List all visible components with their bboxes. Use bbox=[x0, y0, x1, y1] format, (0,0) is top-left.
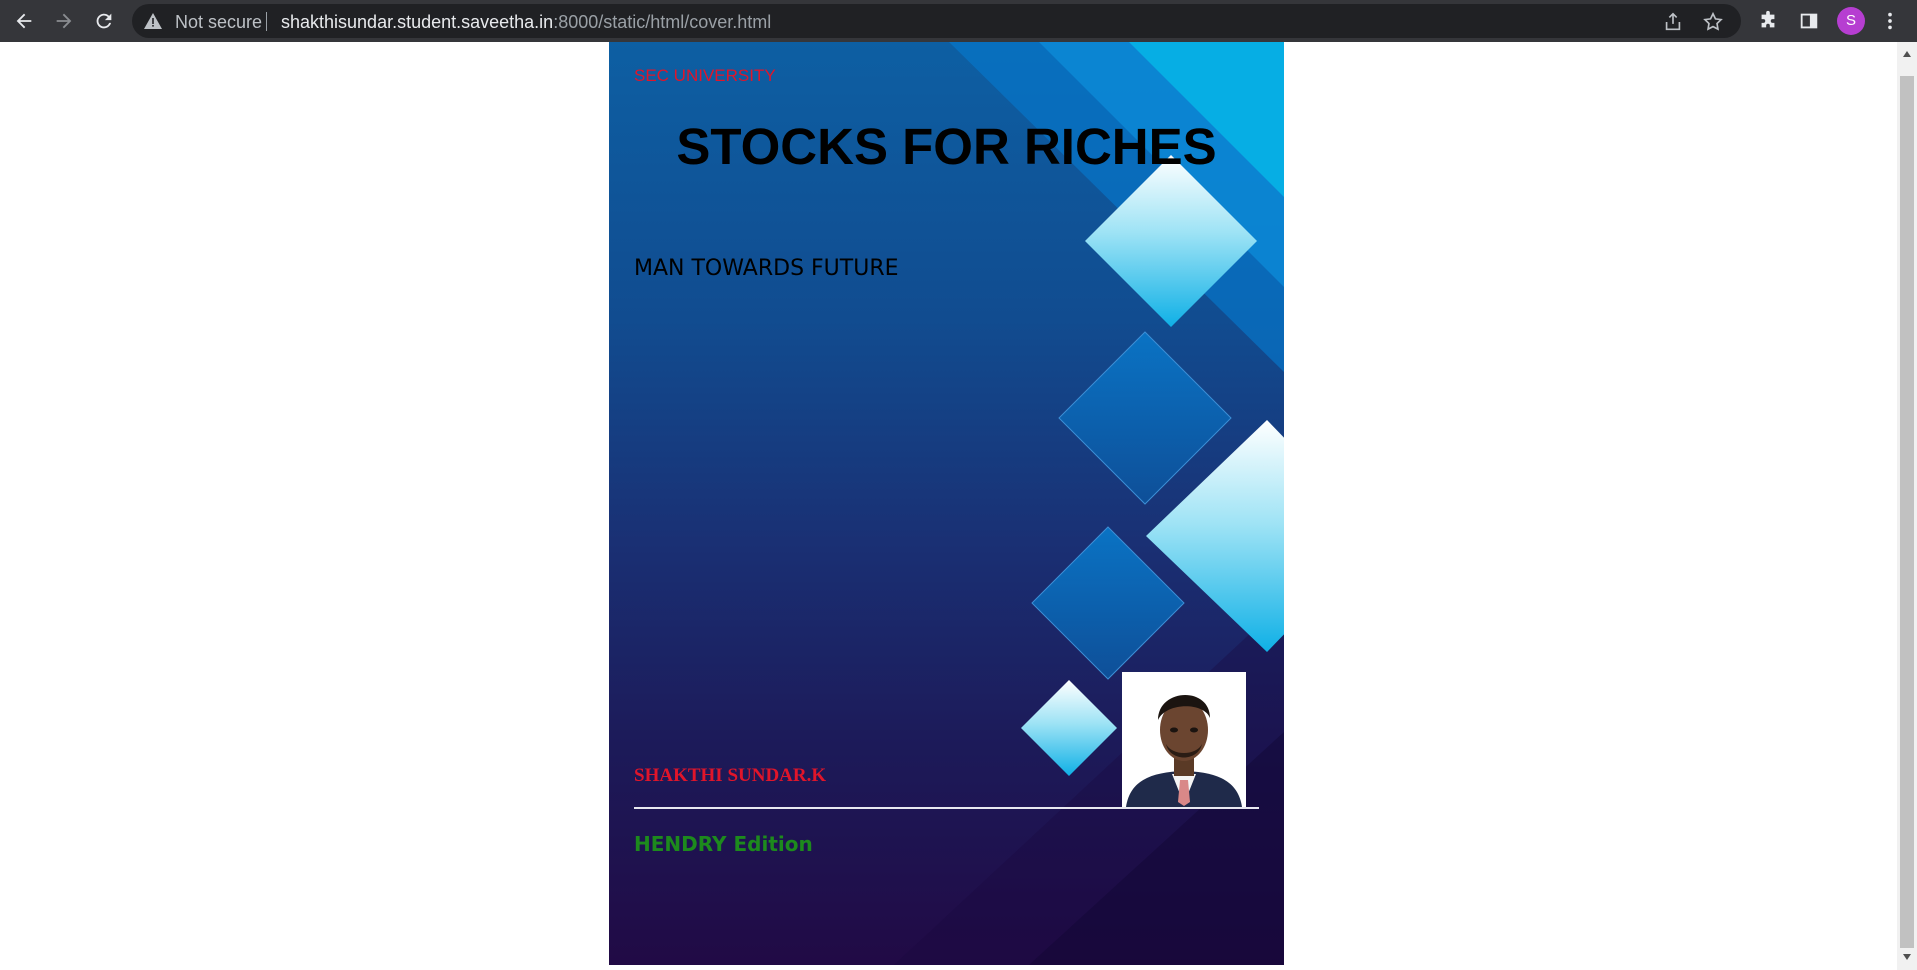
url-text[interactable]: shakthisundar.student.saveetha.in:8000/s… bbox=[281, 12, 771, 32]
author-name: SHAKTHI SUNDAR.K bbox=[634, 765, 827, 786]
divider-line bbox=[634, 807, 1259, 809]
kebab-menu-icon bbox=[1888, 12, 1892, 30]
address-bar[interactable]: Not secure shakthisundar.student.saveeth… bbox=[132, 4, 1741, 38]
profile-avatar[interactable]: S bbox=[1837, 7, 1865, 35]
university-label: SEC UNIVERSITY bbox=[634, 66, 776, 85]
url-host: shakthisundar.student.saveetha.in bbox=[281, 12, 554, 32]
edition-label: HENDRY Edition bbox=[634, 832, 813, 856]
scroll-down-arrow-icon[interactable] bbox=[1902, 952, 1912, 962]
author-portrait-image bbox=[1122, 672, 1246, 807]
warning-icon bbox=[144, 13, 162, 29]
scroll-up-arrow-icon[interactable] bbox=[1902, 49, 1912, 59]
side-panel-icon bbox=[1800, 13, 1818, 29]
extensions-button[interactable] bbox=[1752, 6, 1784, 36]
share-icon[interactable] bbox=[1662, 11, 1684, 33]
book-subtitle: MAN TOWARDS FUTURE bbox=[634, 256, 899, 281]
forward-arrow-icon bbox=[56, 13, 72, 29]
back-button[interactable] bbox=[8, 6, 40, 36]
puzzle-icon bbox=[1761, 10, 1775, 28]
url-path: :8000/static/html/cover.html bbox=[553, 12, 772, 32]
scrollbar-thumb[interactable] bbox=[1900, 76, 1914, 948]
forward-button[interactable] bbox=[48, 6, 80, 36]
page-viewport: SEC UNIVERSITY STOCKS FOR RICHES MAN TOW… bbox=[0, 42, 1897, 970]
author-photo bbox=[1122, 672, 1246, 807]
reload-button[interactable] bbox=[88, 6, 120, 36]
address-divider bbox=[266, 12, 267, 31]
browser-toolbar: Not secure shakthisundar.student.saveeth… bbox=[0, 0, 1917, 42]
book-title: STOCKS FOR RICHES bbox=[676, 118, 1217, 175]
browser-menu-button[interactable] bbox=[1874, 6, 1906, 36]
security-status-label[interactable]: Not secure bbox=[175, 12, 262, 32]
cover-decoration bbox=[894, 42, 1284, 965]
bookmark-star-icon[interactable] bbox=[1702, 11, 1724, 33]
reload-icon bbox=[96, 13, 112, 29]
back-arrow-icon bbox=[16, 13, 32, 29]
diamond-shape bbox=[1058, 331, 1232, 505]
diamond-shape bbox=[1021, 680, 1117, 776]
page-scrollbar[interactable] bbox=[1897, 42, 1917, 970]
side-panel-button[interactable] bbox=[1793, 6, 1825, 36]
book-cover: SEC UNIVERSITY STOCKS FOR RICHES MAN TOW… bbox=[609, 42, 1284, 965]
